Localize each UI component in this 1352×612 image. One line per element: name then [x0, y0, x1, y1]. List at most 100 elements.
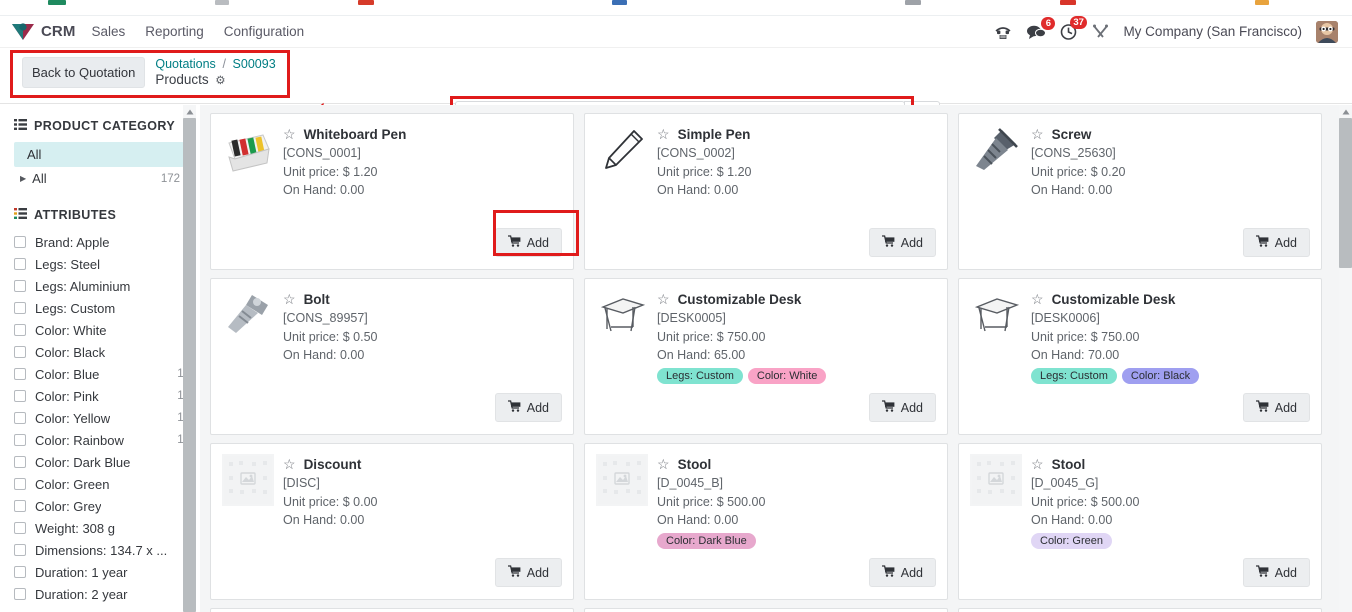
product-name[interactable]: Discount [304, 457, 362, 472]
star-outline-icon[interactable]: ☆ [1031, 292, 1044, 306]
attribute-checkbox[interactable] [14, 588, 26, 600]
phone-icon[interactable] [994, 24, 1012, 40]
attribute-checkbox[interactable] [14, 390, 26, 402]
attribute-checkbox[interactable] [14, 280, 26, 292]
chevron-right-icon[interactable]: ▶ [20, 174, 26, 183]
breadcrumb-record-link[interactable]: S00093 [233, 57, 276, 71]
attribute-filter-row[interactable]: Legs: Steel5 [14, 253, 190, 275]
attribute-filter-row[interactable]: Weight: 308 g1 [14, 517, 190, 539]
product-card[interactable]: ☆ Bolt [CONS_89957] Unit price: $ 0.50 On Ha… [210, 278, 574, 435]
add-product-button[interactable]: Add [1242, 393, 1310, 422]
gear-icon[interactable]: ⚙ [215, 75, 225, 87]
attribute-filter-row[interactable]: Color: Rainbow10 [14, 429, 190, 451]
attribute-filter-row[interactable]: Legs: Custom2 [14, 297, 190, 319]
bookmark-chip[interactable] [612, 0, 627, 5]
product-name[interactable]: Stool [1052, 457, 1086, 472]
attribute-filter-row[interactable]: Duration: 1 year1 [14, 561, 190, 583]
product-name[interactable]: Customizable Desk [678, 292, 802, 307]
back-to-quotation-button[interactable]: Back to Quotation [22, 57, 146, 88]
product-card[interactable]: ☆ [584, 608, 948, 612]
star-outline-icon[interactable]: ☆ [1031, 127, 1044, 141]
tools-icon[interactable] [1092, 24, 1109, 40]
star-outline-icon[interactable]: ☆ [657, 457, 670, 471]
star-outline-icon[interactable]: ☆ [657, 292, 670, 306]
bookmark-chip[interactable] [48, 0, 66, 5]
attribute-filter-row[interactable]: Duration: 2 year1 [14, 583, 190, 605]
product-card[interactable]: ☆ Discount [DISC] Unit price: $ 0.00 On Hand… [210, 443, 574, 600]
attribute-checkbox[interactable] [14, 478, 26, 490]
product-card[interactable]: ☆ Customizable Desk [DESK0006] Unit price: … [958, 278, 1322, 435]
add-product-button[interactable]: Add [868, 228, 936, 257]
attribute-checkbox[interactable] [14, 566, 26, 578]
bookmark-chip[interactable] [358, 0, 374, 5]
bookmark-chip[interactable] [905, 0, 921, 5]
product-card[interactable]: ☆ Stool [D_0045_G] Unit price: $ 500.00 On H… [958, 443, 1322, 600]
star-outline-icon[interactable]: ☆ [283, 457, 296, 471]
sidebar-scroll-up-icon[interactable] [183, 105, 196, 118]
attribute-checkbox[interactable] [14, 500, 26, 512]
attribute-filter-row[interactable]: Color: White5 [14, 319, 190, 341]
attribute-checkbox[interactable] [14, 236, 26, 248]
bookmark-chip[interactable] [1060, 0, 1076, 5]
attribute-checkbox[interactable] [14, 412, 26, 424]
product-card[interactable]: ☆ [210, 608, 574, 612]
bookmark-chip[interactable] [215, 0, 229, 5]
add-product-button[interactable]: Add [494, 558, 562, 587]
messages-icon[interactable]: 6 [1026, 16, 1056, 40]
attribute-filter-row[interactable]: Color: Grey1 [14, 495, 190, 517]
product-name[interactable]: Simple Pen [678, 127, 751, 142]
add-product-button[interactable]: Add [868, 558, 936, 587]
attribute-filter-row[interactable]: Color: Green1 [14, 473, 190, 495]
attribute-checkbox[interactable] [14, 456, 26, 468]
nav-menu-reporting[interactable]: Reporting [145, 24, 204, 39]
attribute-checkbox[interactable] [14, 346, 26, 358]
user-avatar[interactable] [1316, 20, 1338, 43]
product-card[interactable]: ☆ Simple Pen [CONS_0002] Unit price: $ 1.20… [584, 113, 948, 270]
product-name[interactable]: Whiteboard Pen [304, 127, 407, 142]
attribute-checkbox[interactable] [14, 434, 26, 446]
star-outline-icon[interactable]: ☆ [657, 127, 670, 141]
main-scrollbar-thumb[interactable] [1339, 118, 1352, 268]
product-name[interactable]: Stool [678, 457, 712, 472]
add-product-button[interactable]: Add [494, 228, 562, 257]
bookmark-chip[interactable] [1255, 0, 1269, 5]
attribute-filter-row[interactable]: Color: Yellow10 [14, 407, 190, 429]
attribute-filter-row[interactable]: Color: Blue10 [14, 363, 190, 385]
star-outline-icon[interactable]: ☆ [1031, 457, 1044, 471]
attribute-checkbox[interactable] [14, 258, 26, 270]
product-name[interactable]: Customizable Desk [1052, 292, 1176, 307]
product-card[interactable]: ☆ [958, 608, 1322, 612]
sidebar-scrollbar-thumb[interactable] [183, 118, 196, 612]
attribute-filter-row[interactable]: Color: Black2 [14, 341, 190, 363]
attribute-filter-row[interactable]: Color: Dark Blue3 [14, 451, 190, 473]
product-card[interactable]: ☆ Whiteboard Pen [CONS_0001] Unit price: $ … [210, 113, 574, 270]
main-scroll-up-icon[interactable] [1339, 105, 1352, 118]
breadcrumb-quotations-link[interactable]: Quotations [155, 57, 215, 71]
attribute-checkbox[interactable] [14, 522, 26, 534]
attribute-checkbox[interactable] [14, 544, 26, 556]
add-product-button[interactable]: Add [494, 393, 562, 422]
product-card[interactable]: ☆ Stool [D_0045_B] Unit price: $ 500.00 On H… [584, 443, 948, 600]
app-brand[interactable]: CRM [41, 23, 75, 40]
attribute-checkbox[interactable] [14, 324, 26, 336]
clock-activities-icon[interactable]: 37 [1060, 16, 1088, 40]
product-card[interactable]: ☆ Customizable Desk [DESK0005] Unit price: … [584, 278, 948, 435]
add-product-button[interactable]: Add [1242, 228, 1310, 257]
product-name[interactable]: Screw [1052, 127, 1092, 142]
attribute-filter-row[interactable]: Legs: Aluminium4 [14, 275, 190, 297]
nav-menu-configuration[interactable]: Configuration [224, 24, 304, 39]
attribute-checkbox[interactable] [14, 368, 26, 380]
odoo-logo-icon[interactable] [10, 21, 36, 43]
category-row[interactable]: ▶ All 172 [14, 167, 184, 190]
add-product-button[interactable]: Add [868, 393, 936, 422]
add-product-button[interactable]: Add [1242, 558, 1310, 587]
product-card[interactable]: ☆ Screw [CONS_25630] Unit price: $ 0.20 On H… [958, 113, 1322, 270]
nav-menu-sales[interactable]: Sales [91, 24, 125, 39]
attribute-filter-row[interactable]: Dimensions: 134.7 x ...1 [14, 539, 190, 561]
attribute-filter-row[interactable]: Color: Pink10 [14, 385, 190, 407]
product-name[interactable]: Bolt [304, 292, 330, 307]
attribute-checkbox[interactable] [14, 302, 26, 314]
star-outline-icon[interactable]: ☆ [283, 292, 296, 306]
category-selected-all[interactable]: All [14, 142, 184, 167]
star-outline-icon[interactable]: ☆ [283, 127, 296, 141]
